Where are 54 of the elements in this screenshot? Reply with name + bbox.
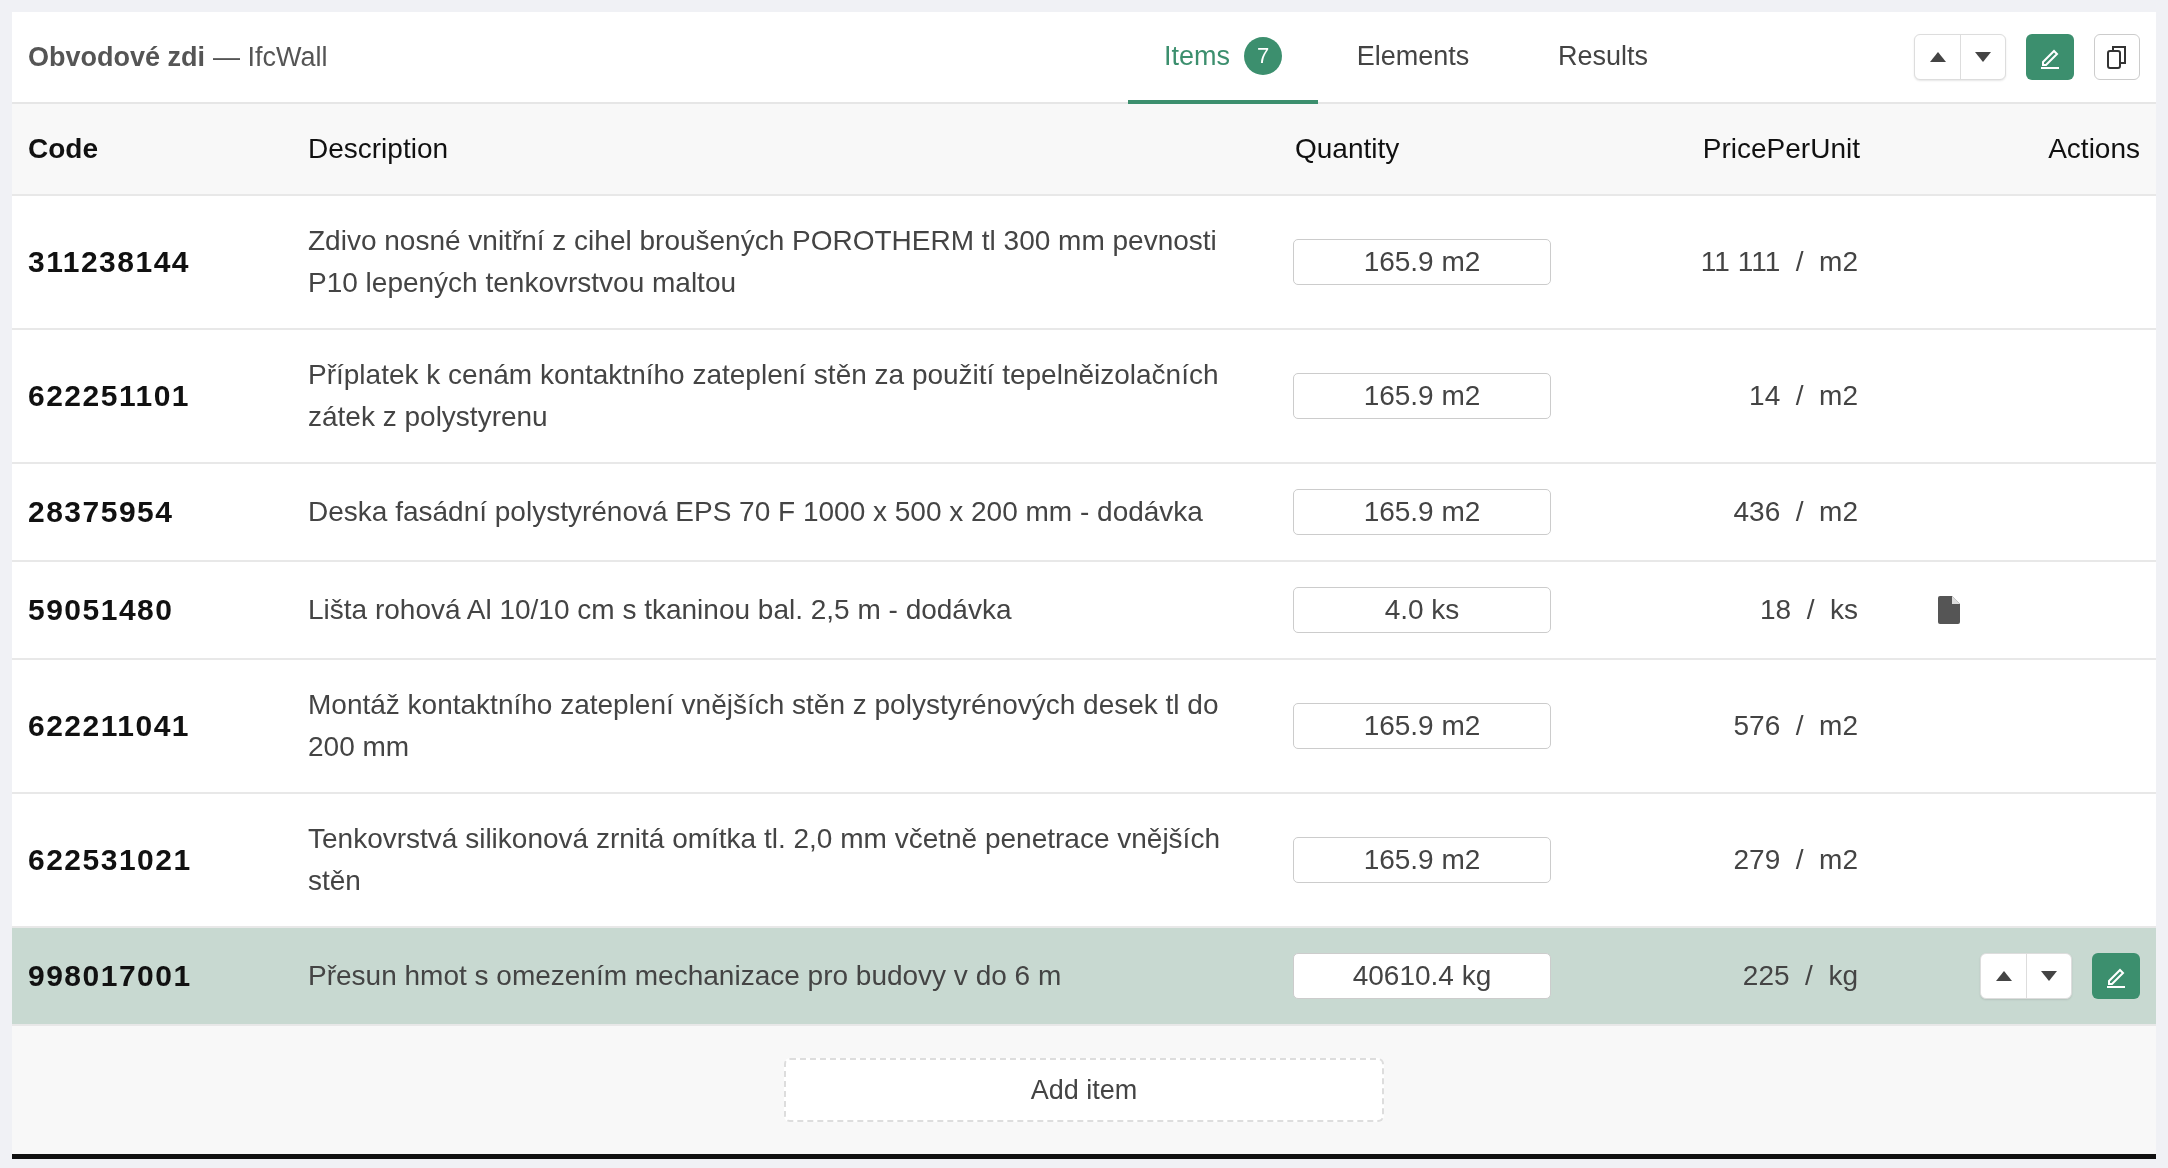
column-header: Quantity (1294, 133, 1401, 165)
table-row[interactable]: 622211041 Montáž kontaktního zateplení vnějších stěn z polystyrénových desek tl do 200 mm 165.9 m2 576 / m2 (12, 660, 2156, 794)
table-row[interactable]: 622251101 Příplatek k cenám kontaktního zateplení stěn za použití tepelněizolačních zátek z polystyrenu 165.9 m2 14 / m2 (12, 330, 2156, 464)
description-cell-text: Příplatek k cenám kontaktního zateplení stěn za použití tepelněizolačních zátek z polystyrenu (308, 358, 1220, 434)
table-row[interactable]: 311238144 Zdivo nosné vnitřní z cihel broušených POROTHERM tl 300 mm pevnosti P10 lepených tenkovrstvou maltou 165.9 m2 11 111 / m2 (12, 196, 2156, 330)
code-cell-text: 28375954 (28, 495, 175, 529)
code-cell-text: 622251101 (28, 379, 191, 413)
code-cell-text: 622531021 (28, 843, 193, 877)
quantity-field[interactable]: 165.9 m2 (1293, 703, 1551, 749)
edit-button[interactable] (2026, 34, 2074, 80)
triangle-up-icon (1928, 51, 1947, 63)
description-cell-text: Montáž kontaktního zateplení vnějších stěn z polystyrénových desek tl do 200 mm (308, 688, 1220, 764)
price-cell-text: 436 / m2 (1732, 496, 1858, 528)
table-row[interactable]: 28375954 Deska fasádní polystyrénová EPS 70 F 1000 x 500 x 200 mm - dodávka 165.9 m2 436 / m2 (12, 464, 2156, 562)
description-cell-text: Přesun hmot s omezením mechanizace pro budovy v do 6 m (308, 959, 1063, 993)
tab[interactable]: Results (1508, 12, 1698, 104)
price-cell-text: 279 / m2 (1732, 844, 1858, 876)
add-item-button[interactable]: Add item (784, 1058, 1384, 1122)
description-cell-text: Lišta rohová Al 10/10 cm s tkaninou bal. 2,5 m - dodávka (308, 593, 1013, 627)
description-cell-text: Tenkovrstvá silikonová zrnitá omítka tl. 2,0 mm včetně penetrace vnějších stěn (308, 822, 1221, 898)
code-cell-text: 998017001 (28, 959, 193, 993)
column-header: PricePerUnit (1701, 133, 1860, 165)
quantity-field[interactable]: 4.0 ks (1293, 587, 1551, 633)
code-cell-text: 59051480 (28, 593, 175, 627)
tab[interactable]: Elements (1318, 12, 1508, 104)
copy-button[interactable] (2094, 34, 2140, 80)
quantity-field[interactable]: 165.9 m2 (1293, 239, 1551, 285)
column-header: Description (308, 133, 450, 165)
triangle-up-icon (1994, 970, 2013, 982)
price-cell-text: 576 / m2 (1732, 710, 1858, 742)
quantity-field[interactable]: 165.9 m2 (1293, 837, 1551, 883)
copy-icon (2105, 44, 2129, 70)
triangle-down-icon (1974, 51, 1992, 63)
quantity-field[interactable]: 165.9 m2 (1293, 373, 1551, 419)
price-cell-text: 225 / kg (1741, 960, 1858, 992)
panel-subtitle: — IfcWall (213, 41, 328, 73)
description-cell-text: Deska fasádní polystyrénová EPS 70 F 1000 x 500 x 200 mm - dodávka (308, 495, 1204, 529)
triangle-down-icon (2040, 970, 2058, 982)
quantity-field[interactable]: 165.9 m2 (1293, 489, 1551, 535)
description-cell-text: Zdivo nosné vnitřní z cihel broušených POROTHERM tl 300 mm pevnosti P10 lepených tenkovrstvou maltou (308, 224, 1218, 300)
count-badge: 7 (1244, 37, 1282, 75)
panel-title: Obvodové zdi (28, 41, 206, 73)
quantity-field[interactable]: 40610.4 kg (1293, 953, 1551, 999)
edit-button[interactable] (2092, 953, 2140, 999)
price-cell-text: 11 111 / m2 (1699, 246, 1858, 278)
column-header: Code (28, 133, 99, 165)
table-row[interactable]: 59051480 Lišta rohová Al 10/10 cm s tkaninou bal. 2,5 m - dodávka 4.0 ks 18 / ks (12, 562, 2156, 660)
price-cell-text: 14 / m2 (1748, 380, 1858, 412)
code-cell-text: 311238144 (28, 245, 191, 279)
column-header: Actions (2047, 133, 2140, 165)
document-icon[interactable] (1938, 596, 1960, 624)
selected-row[interactable]: 998017001 Přesun hmot s omezením mechanizace pro budovy v do 6 m 40610.4 kg 225 / kg (12, 928, 2156, 1026)
code-cell-text: 622211041 (28, 709, 191, 743)
price-cell-text: 18 / ks (1758, 594, 1858, 626)
